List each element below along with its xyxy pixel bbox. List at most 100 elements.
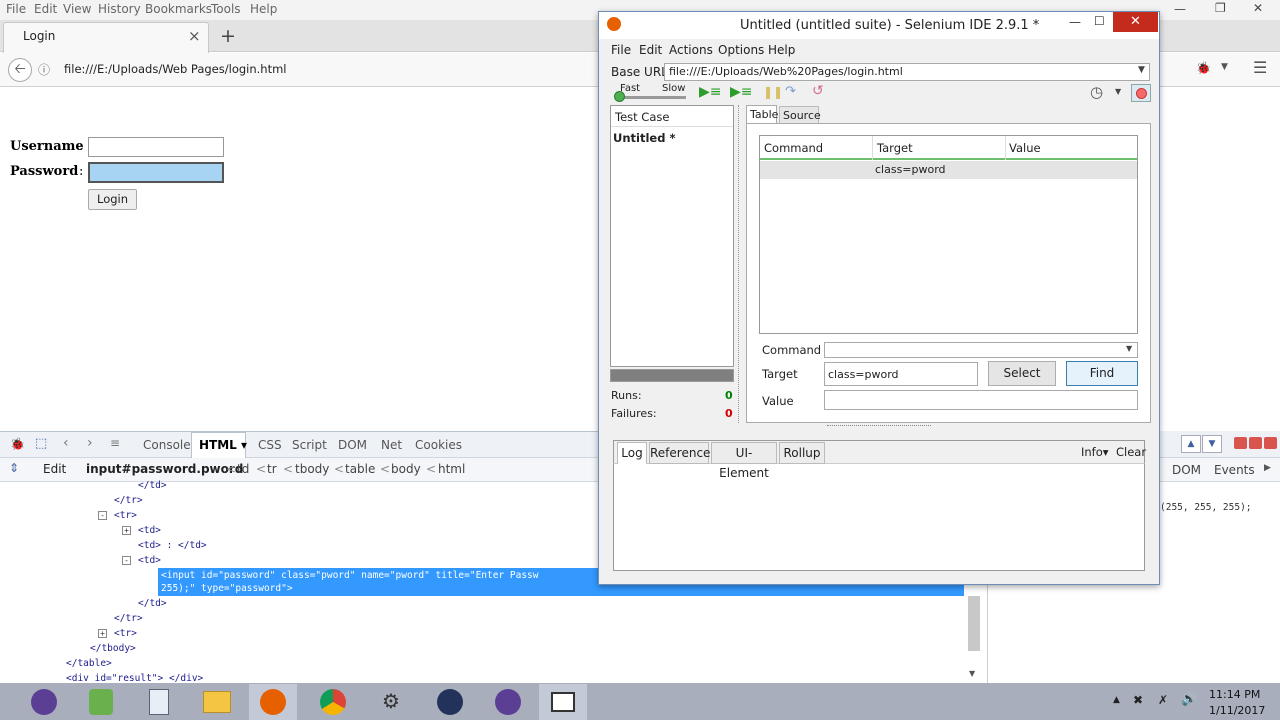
tab-source[interactable]: Source bbox=[779, 106, 821, 124]
firefox-icon[interactable] bbox=[250, 686, 296, 718]
break-on-mutate-icon[interactable]: ⇕ bbox=[9, 461, 19, 475]
search-up-icon[interactable]: ▲ bbox=[1181, 435, 1201, 453]
show-hidden-icons[interactable]: ▲ bbox=[1113, 695, 1120, 705]
code-line[interactable]: <td> bbox=[138, 555, 161, 566]
restore-icon[interactable]: ❐ bbox=[1215, 1, 1226, 15]
menu-bookmarks[interactable]: Bookmarks bbox=[145, 2, 212, 16]
base-url-dropdown-icon[interactable]: ▼ bbox=[1138, 65, 1145, 75]
firebug-icon[interactable]: 🐞 bbox=[1196, 61, 1211, 75]
info-button[interactable]: Info▾ bbox=[1081, 445, 1109, 459]
side-tab-dom[interactable]: DOM bbox=[1172, 463, 1201, 477]
eclipse-alt-icon[interactable] bbox=[485, 686, 531, 718]
info-icon[interactable]: ⓘ bbox=[38, 61, 50, 78]
close-firebug-icon[interactable] bbox=[1264, 437, 1277, 449]
search-down-icon[interactable]: ▼ bbox=[1202, 435, 1222, 453]
inspect-icon[interactable]: ⬚ bbox=[35, 436, 47, 451]
side-tabs-more-icon[interactable]: ▶ bbox=[1264, 463, 1271, 473]
side-tab-events[interactable]: Events bbox=[1214, 463, 1255, 477]
play-test-icon[interactable]: ▶≡ bbox=[730, 84, 753, 100]
col-header-value[interactable]: Value bbox=[1009, 141, 1041, 155]
back-nav-icon[interactable]: ‹ bbox=[63, 435, 69, 451]
target-input[interactable]: class=pword bbox=[824, 362, 978, 386]
firebug-tab-console[interactable]: Console bbox=[143, 438, 191, 452]
firebug-tab-css[interactable]: CSS bbox=[258, 438, 282, 452]
breadcrumb-tr[interactable]: tr bbox=[267, 462, 277, 476]
forward-nav-icon[interactable]: › bbox=[87, 435, 93, 451]
collapse-icon[interactable]: - bbox=[98, 511, 107, 520]
selected-code-line[interactable]: <input id="password" class="pword" name=… bbox=[161, 570, 539, 581]
breadcrumb-html[interactable]: html bbox=[438, 462, 465, 476]
se-menu-file[interactable]: File bbox=[611, 43, 631, 57]
file-explorer-icon[interactable] bbox=[194, 686, 240, 718]
new-tab-button[interactable]: + bbox=[220, 25, 236, 47]
tab-log[interactable]: Log bbox=[617, 442, 647, 464]
tab-ui-element[interactable]: UI-Element bbox=[711, 442, 777, 480]
schedule-clock-icon[interactable]: ◷ bbox=[1090, 83, 1103, 101]
col-header-target[interactable]: Target bbox=[877, 141, 913, 155]
android-studio-icon[interactable] bbox=[78, 686, 124, 718]
command-line-icon[interactable]: ≡ bbox=[110, 436, 120, 450]
audio-player-icon[interactable] bbox=[427, 686, 473, 718]
collapse-icon[interactable]: - bbox=[122, 556, 131, 565]
eclipse-icon[interactable] bbox=[21, 686, 67, 718]
code-line[interactable]: <tr> bbox=[114, 628, 137, 639]
breadcrumb-table[interactable]: table bbox=[345, 462, 375, 476]
login-button[interactable]: Login bbox=[88, 189, 137, 210]
breadcrumb-current[interactable]: input#password.pword bbox=[86, 462, 243, 476]
dropdown-icon[interactable]: ▼ bbox=[1221, 62, 1228, 72]
menu-help[interactable]: Help bbox=[250, 2, 277, 16]
se-menu-actions[interactable]: Actions bbox=[669, 43, 713, 57]
se-menu-options[interactable]: Options bbox=[718, 43, 764, 57]
speed-slider-thumb[interactable] bbox=[614, 91, 625, 102]
wifi-off-icon[interactable]: ✗ bbox=[1158, 693, 1168, 707]
command-dropdown-icon[interactable]: ▼ bbox=[1126, 344, 1132, 353]
breadcrumb-tbody[interactable]: tbody bbox=[295, 462, 329, 476]
rollup-icon[interactable]: ↺ bbox=[812, 83, 824, 99]
scroll-down-icon[interactable]: ▼ bbox=[969, 669, 975, 678]
expand-icon[interactable]: + bbox=[98, 629, 107, 638]
minimize-firebug-icon[interactable] bbox=[1234, 437, 1247, 449]
firebug-tab-net[interactable]: Net bbox=[381, 438, 402, 452]
pause-icon[interactable]: ❚❚ bbox=[763, 85, 783, 99]
clear-button[interactable]: Clear bbox=[1116, 445, 1146, 459]
clock-time[interactable]: 11:14 PM bbox=[1209, 688, 1260, 701]
network-error-icon[interactable]: ✖ bbox=[1133, 693, 1143, 707]
vertical-scrollbar-thumb[interactable] bbox=[968, 596, 980, 651]
test-case-item[interactable]: Untitled * bbox=[613, 131, 675, 145]
tab-login[interactable]: Login × bbox=[3, 22, 209, 53]
se-menu-edit[interactable]: Edit bbox=[639, 43, 662, 57]
selected-code-line-cont[interactable]: 255);" type="password"> bbox=[161, 583, 293, 594]
menu-tools[interactable]: Tools bbox=[211, 2, 241, 16]
se-minimize-icon[interactable]: — bbox=[1069, 15, 1081, 29]
se-maximize-icon[interactable]: ☐ bbox=[1094, 14, 1105, 28]
record-button[interactable] bbox=[1131, 84, 1151, 102]
back-button[interactable]: 🡠 bbox=[8, 58, 32, 82]
tab-close-icon[interactable]: × bbox=[188, 27, 201, 45]
menu-file[interactable]: File bbox=[6, 2, 26, 16]
find-button[interactable]: Find bbox=[1066, 361, 1138, 386]
menu-edit[interactable]: Edit bbox=[34, 2, 57, 16]
firebug-tab-script[interactable]: Script bbox=[292, 438, 327, 452]
schedule-dropdown-icon[interactable]: ▼ bbox=[1115, 87, 1121, 96]
volume-icon[interactable]: 🔊 bbox=[1181, 692, 1197, 707]
tab-rollup[interactable]: Rollup bbox=[779, 442, 825, 464]
breadcrumb-td[interactable]: td bbox=[237, 462, 249, 476]
tab-table[interactable]: Table bbox=[746, 105, 778, 124]
menu-view[interactable]: View bbox=[63, 2, 91, 16]
se-close-icon[interactable]: ✕ bbox=[1113, 12, 1158, 32]
col-header-command[interactable]: Command bbox=[764, 141, 823, 155]
command-input[interactable]: ▼ bbox=[824, 342, 1138, 358]
horizontal-splitter[interactable] bbox=[827, 425, 931, 429]
value-input[interactable] bbox=[824, 390, 1138, 410]
code-line[interactable]: <td> : </td> bbox=[138, 540, 207, 551]
code-line[interactable]: <tr> bbox=[114, 510, 137, 521]
firebug-menu-icon[interactable]: 🐞 bbox=[10, 437, 25, 451]
se-menu-help[interactable]: Help bbox=[768, 43, 795, 57]
tab-reference[interactable]: Reference bbox=[649, 442, 710, 464]
menu-history[interactable]: History bbox=[98, 2, 141, 16]
vertical-splitter[interactable] bbox=[738, 105, 741, 423]
firebug-tab-cookies[interactable]: Cookies bbox=[415, 438, 462, 452]
screen-recorder-icon[interactable] bbox=[540, 686, 586, 718]
table-row[interactable]: class=pword bbox=[760, 161, 1137, 179]
username-input[interactable] bbox=[88, 137, 224, 157]
